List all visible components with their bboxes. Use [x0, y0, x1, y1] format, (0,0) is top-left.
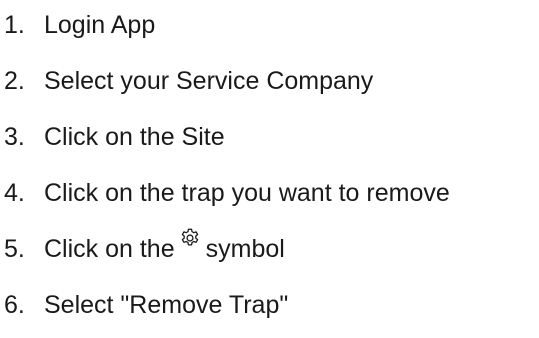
step-number: 1. [4, 10, 25, 39]
step-text: Click on the trap you want to remove [44, 178, 450, 207]
gear-icon [179, 227, 201, 256]
step-text: Login App [44, 10, 156, 39]
step-text-before-icon: Click on the [44, 234, 175, 263]
step-text: Select your Service Company [44, 66, 374, 95]
step-text: Click on the Site [44, 122, 225, 151]
step-text: Select "Remove Trap" [44, 290, 289, 319]
step-1: 1. Login App [0, 5, 155, 45]
step-number: 6. [4, 290, 25, 319]
step-number: 3. [4, 122, 25, 151]
step-number: 2. [4, 66, 25, 95]
step-5: 5. Click on the symbol [0, 227, 285, 269]
step-number: 4. [4, 178, 25, 207]
step-2: 2. Select your Service Company [0, 61, 373, 101]
step-text-after-icon: symbol [205, 234, 285, 263]
step-6: 6. Select "Remove Trap" [0, 285, 288, 325]
step-4: 4. Click on the trap you want to remove [0, 173, 450, 213]
step-3: 3. Click on the Site [0, 117, 225, 157]
step-number: 5. [4, 234, 25, 263]
